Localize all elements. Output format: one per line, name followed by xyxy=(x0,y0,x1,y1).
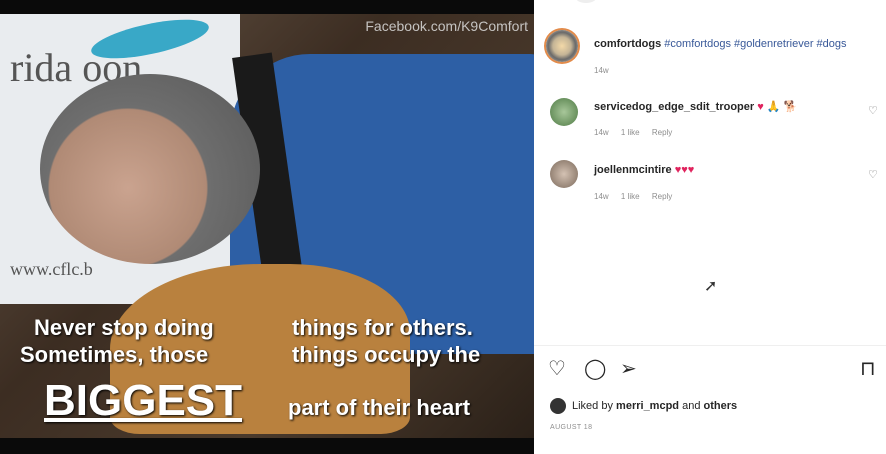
comment-like-icon[interactable]: ♡ xyxy=(868,168,878,181)
comment-row: servicedog_edge_sdit_trooper ♥ 🙏 🐕 xyxy=(594,100,797,113)
comment-avatar[interactable] xyxy=(550,160,578,188)
author-username[interactable]: comfortdogs xyxy=(594,38,661,50)
comment-likes[interactable]: 1 like xyxy=(621,192,640,201)
caption-line3: part of their heart xyxy=(288,395,471,420)
watermark: Facebook.com/K9Comfort xyxy=(365,18,528,34)
comment-meta: 14w 1 like Reply xyxy=(594,192,682,201)
share-icon[interactable]: ➢ xyxy=(620,356,637,381)
comment-username[interactable]: joellenmcintire xyxy=(594,164,672,176)
caption-line2a: Sometimes, those xyxy=(20,342,209,367)
liked-by-and: and xyxy=(682,400,701,412)
others-link[interactable]: others xyxy=(704,400,738,412)
comment-text: ♥ 🙏 🐕 xyxy=(757,101,798,113)
liker-username[interactable]: merri_mcpd xyxy=(616,400,679,412)
like-icon[interactable]: ♡ xyxy=(548,356,566,381)
bookmark-icon[interactable]: ⊓ xyxy=(860,356,876,381)
post-date: AUGUST 18 xyxy=(550,424,593,431)
post-photo: rida oon www.cflc.b xyxy=(0,14,534,438)
reply-button[interactable]: Reply xyxy=(652,192,672,201)
comment-time: 14w xyxy=(594,192,609,201)
caption-line1b: things for others. xyxy=(292,315,473,340)
caption-line2b: things occupy the xyxy=(292,342,481,367)
banner-url: www.cflc.b xyxy=(10,259,93,279)
person-head xyxy=(40,74,260,264)
mouse-cursor-icon: ➚ xyxy=(704,278,718,295)
reply-button[interactable]: Reply xyxy=(652,128,672,137)
caption-biggest: BIGGEST xyxy=(44,376,243,425)
author-avatar[interactable] xyxy=(546,30,578,62)
liker-avatar[interactable] xyxy=(550,398,566,414)
actions-divider xyxy=(534,345,886,346)
comment-icon[interactable]: ◯ xyxy=(584,356,606,381)
liked-by-prefix: Liked by xyxy=(572,400,613,412)
comment-avatar[interactable] xyxy=(550,98,578,126)
comments-panel: comfortdogs #comfortdogs #goldenretrieve… xyxy=(534,0,886,454)
post-time: 14w xyxy=(594,66,609,75)
comment-meta: 14w 1 like Reply xyxy=(594,128,682,137)
comment-username[interactable]: servicedog_edge_sdit_trooper xyxy=(594,101,754,113)
post-hashtags[interactable]: #comfortdogs #goldenretriever #dogs xyxy=(664,38,846,50)
caption-line1a: Never stop doing xyxy=(34,315,214,340)
partial-avatar xyxy=(576,0,596,3)
comment-time: 14w xyxy=(594,128,609,137)
comment-likes[interactable]: 1 like xyxy=(621,128,640,137)
comment-row: joellenmcintire ♥♥♥ xyxy=(594,164,694,176)
liked-by: Liked by merri_mcpd and others xyxy=(572,400,737,412)
comment-like-icon[interactable]: ♡ xyxy=(868,104,878,117)
post-caption: comfortdogs #comfortdogs #goldenretrieve… xyxy=(594,38,847,50)
post-image: rida oon www.cflc.b Facebook.com/K9Comfo… xyxy=(0,0,534,454)
comment-text: ♥♥♥ xyxy=(674,164,695,176)
